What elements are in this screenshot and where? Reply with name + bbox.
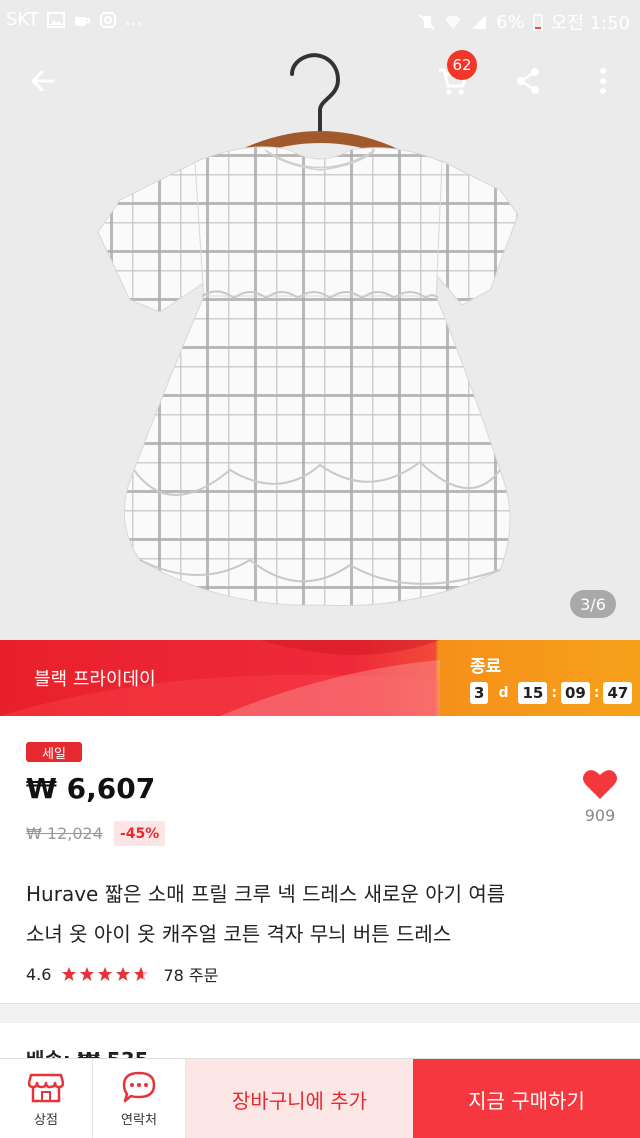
battery-icon — [532, 14, 543, 31]
status-bar: SKT ... 6% 오전 1:50 — [0, 0, 640, 40]
product-title-line-2: 소녀 옷 아이 옷 캐주얼 코튼 격자 무늬 버튼 드레스 — [26, 922, 452, 946]
battery-percent: 6% — [496, 11, 525, 33]
timer-day-unit: d — [498, 685, 509, 701]
promo-end-label: 종료 — [470, 657, 502, 677]
section-divider — [0, 1003, 640, 1023]
timer-minutes: 09 — [560, 682, 590, 704]
share-button[interactable] — [503, 56, 553, 106]
vibrate-mute-icon — [419, 14, 435, 30]
wishlist-button[interactable]: 909 — [576, 768, 624, 840]
instagram-notification-icon — [99, 11, 116, 28]
discount-badge: -45% — [114, 821, 166, 846]
cart-count-badge: 62 — [447, 50, 477, 80]
more-notifications: ... — [124, 9, 142, 30]
wishlist-count: 909 — [584, 806, 616, 825]
heart-icon — [583, 770, 617, 799]
promo-label: 블랙 프라이데이 — [34, 669, 156, 690]
original-price: ₩ 12,024 — [26, 824, 103, 843]
rating-value: 4.6 — [26, 964, 52, 984]
wifi-icon — [445, 15, 462, 29]
star-icon — [98, 967, 113, 981]
current-price: ₩ 6,607 — [26, 772, 156, 805]
chat-bubble-icon — [122, 1071, 156, 1102]
star-rating — [61, 966, 149, 982]
signal-icon — [472, 15, 487, 29]
store-button[interactable]: 상점 — [0, 1059, 93, 1138]
more-options-button[interactable] — [578, 56, 628, 106]
timer-days: 3 — [470, 682, 489, 704]
order-count: 78 주문 — [163, 966, 219, 985]
contact-button[interactable]: 연락처 — [93, 1059, 186, 1138]
image-pager: 3/6 — [570, 590, 616, 618]
more-vert-icon — [600, 68, 606, 94]
timer-colon: : — [593, 685, 600, 701]
star-icon — [116, 967, 131, 981]
bottom-action-bar: 상점 연락처 장바구니에 추가 지금 구매하기 — [0, 1058, 640, 1138]
coffee-notification-icon — [74, 16, 90, 26]
countdown-timer: 3 d 15 : 09 : 47 — [470, 682, 633, 704]
timer-colon: : — [551, 685, 557, 701]
contact-label: 연락처 — [121, 1112, 157, 1128]
timer-seconds: 47 — [603, 682, 633, 704]
star-icon — [80, 967, 95, 981]
store-label: 상점 — [34, 1112, 58, 1128]
clock: 오전 1:50 — [550, 13, 630, 34]
image-notification-icon — [46, 11, 65, 28]
star-half-icon — [134, 967, 149, 981]
rating-row[interactable]: 4.6 78 주문 — [26, 962, 218, 986]
add-to-cart-button[interactable]: 장바구니에 추가 — [186, 1059, 413, 1138]
promo-banner[interactable]: 블랙 프라이데이 — [0, 640, 640, 716]
back-arrow-icon — [31, 70, 55, 92]
carrier: SKT — [6, 9, 39, 30]
sale-badge: 세일 — [26, 742, 82, 762]
product-image-gallery[interactable]: 62 3/6 — [0, 0, 640, 640]
buy-now-button[interactable]: 지금 구매하기 — [413, 1059, 640, 1138]
store-icon — [28, 1073, 64, 1102]
share-icon — [517, 68, 539, 94]
star-icon — [62, 967, 77, 981]
timer-hours: 15 — [518, 682, 548, 704]
product-title-line-1: Hurave 짧은 소매 프릴 크루 넥 드레스 새로운 아기 여름 — [26, 882, 506, 906]
back-button[interactable] — [18, 56, 68, 106]
